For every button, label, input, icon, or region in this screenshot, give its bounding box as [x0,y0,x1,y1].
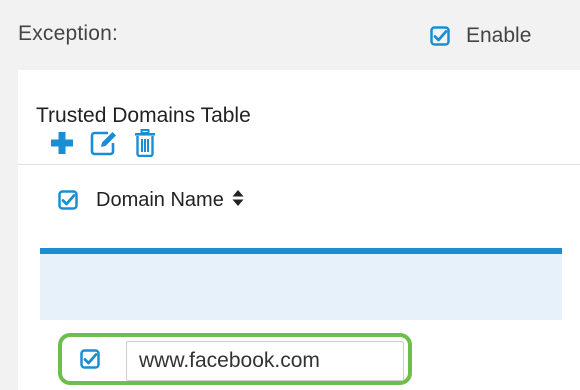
table-header-row: Domain Name [58,186,244,214]
divider [18,164,580,165]
panel-title: Trusted Domains Table [36,104,251,127]
checkbox-checked-icon [80,349,100,369]
edit-icon [90,131,116,155]
enable-checkbox[interactable] [430,26,450,46]
delete-button[interactable] [134,128,156,162]
edit-button[interactable] [90,130,118,161]
checkbox-checked-icon [430,26,450,46]
trash-icon [135,128,155,157]
enable-checkbox-group[interactable]: Enable [430,22,531,50]
checkbox-checked-icon [58,190,78,210]
enable-label: Enable [466,24,532,47]
plus-icon [51,131,73,154]
add-button[interactable] [50,131,74,160]
domain-name-input[interactable] [126,341,404,381]
select-all-checkbox[interactable] [58,190,78,210]
exception-label: Exception: [18,22,119,45]
sort-icon[interactable] [232,189,244,212]
column-header-domain-name[interactable]: Domain Name [96,189,224,212]
table-toolbar [50,128,172,162]
exception-row: Exception: Enable [0,0,580,70]
row-checkbox[interactable] [80,349,100,369]
table-row[interactable] [40,254,562,320]
